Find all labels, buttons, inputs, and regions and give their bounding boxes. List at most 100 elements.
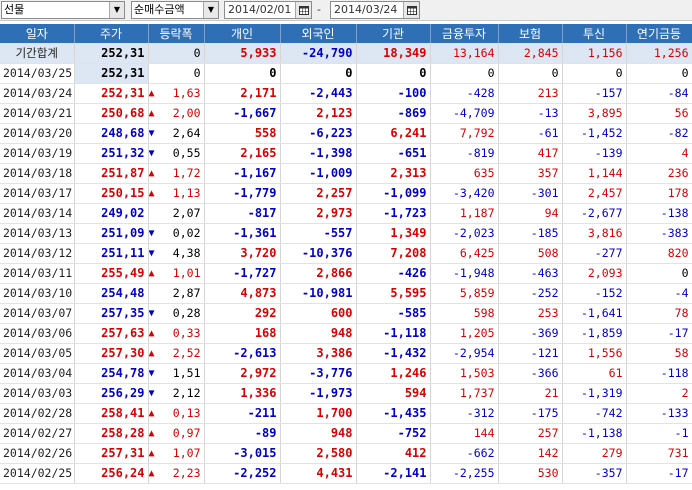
institution-cell: -100 [356, 83, 431, 104]
price-cell: 251,32 [74, 143, 149, 164]
date-cell: 2014/03/13 [0, 223, 75, 244]
insurance-cell: -185 [498, 223, 563, 244]
col-header-foreign[interactable]: 외국인 [280, 24, 357, 43]
date-cell: 2014/03/11 [0, 263, 75, 284]
table-row[interactable]: 2014/03/05 257,30 ▲ 2,52 -2,613 3,386 -1,432 -2… [0, 343, 692, 364]
table-row[interactable]: 2014/03/06 257,63 ▲ 0,33 168 948 -1,118 1,205 -3… [0, 323, 692, 344]
date-cell: 기간합계 [0, 43, 75, 64]
change-cell: ▲ 1,07 [148, 443, 205, 464]
table-row[interactable]: 2014/03/19 251,32 ▼ 0,55 2,165 -1,398 -651 -819… [0, 143, 692, 164]
individual-cell: 5,933 [204, 43, 281, 64]
change-value: 0 [193, 66, 201, 80]
date-from-field[interactable]: 2014/02/01 [224, 1, 312, 19]
financial-investment-cell: 1,187 [430, 203, 499, 224]
individual-cell: 292 [204, 303, 281, 324]
change-value: 2,64 [172, 126, 201, 140]
table-row[interactable]: 2014/02/28 258,41 ▲ 0,13 -211 1,700 -1,435 -312… [0, 403, 692, 424]
col-header-institution[interactable]: 기관 [356, 24, 431, 43]
table-row[interactable]: 2014/03/10 254,48 2,87 4,873 -10,981 5,595 5,8… [0, 283, 692, 304]
financial-investment-cell: -819 [430, 143, 499, 164]
metric-select[interactable]: 순매수금액 ▼ [131, 1, 219, 19]
foreign-cell: -1,398 [280, 143, 357, 164]
table-row[interactable]: 2014/03/14 249,02 2,07 -817 2,973 -1,723 1,187… [0, 203, 692, 224]
chevron-down-icon[interactable]: ▼ [109, 2, 124, 18]
insurance-cell: -463 [498, 263, 563, 284]
date-cell: 2014/03/20 [0, 123, 75, 144]
institution-cell: 412 [356, 443, 431, 464]
price-cell: 251,11 [74, 243, 149, 264]
change-cell: ▲ 1,63 [148, 83, 205, 104]
table-row[interactable]: 2014/03/24 252,31 ▲ 1,63 2,171 -2,443 -100 -428… [0, 83, 692, 104]
col-header-individual[interactable]: 개인 [204, 24, 281, 43]
table-row[interactable]: 2014/03/13 251,09 ▼ 0,02 -1,361 -557 1,349 -2,0… [0, 223, 692, 244]
insurance-cell: -121 [498, 343, 563, 364]
col-header-pension[interactable]: 연기금등 [626, 24, 692, 43]
foreign-cell: 4,431 [280, 463, 357, 484]
change-value: 2,12 [172, 386, 201, 400]
pension-cell: 0 [626, 263, 692, 284]
col-header-financial-investment[interactable]: 금융투자 [430, 24, 499, 43]
col-header-date[interactable]: 일자 [0, 24, 75, 43]
change-value: 0,33 [172, 326, 201, 340]
market-select[interactable]: 선물 ▼ [1, 1, 125, 19]
investment-trust-cell: -277 [562, 243, 627, 264]
table-row[interactable]: 2014/03/12 251,11 ▼ 4,38 3,720 -10,376 7,208 6,… [0, 243, 692, 264]
financial-investment-cell: -2,023 [430, 223, 499, 244]
insurance-cell: 94 [498, 203, 563, 224]
pension-cell: 78 [626, 303, 692, 324]
institution-cell: -2,141 [356, 463, 431, 484]
table-row[interactable]: 2014/03/07 257,35 ▼ 0,28 292 600 -585 598 253 -1,… [0, 303, 692, 324]
date-cell: 2014/03/25 [0, 63, 75, 84]
col-header-investment-trust[interactable]: 투신 [562, 24, 627, 43]
change-value: 4,38 [172, 246, 201, 260]
date-cell: 2014/03/07 [0, 303, 75, 324]
institution-cell: 1,246 [356, 363, 431, 384]
investment-trust-cell: -742 [562, 403, 627, 424]
table-row[interactable]: 2014/03/03 256,29 ▼ 2,12 1,336 -1,973 594 1,737… [0, 383, 692, 404]
financial-investment-cell: 635 [430, 163, 499, 184]
col-header-price[interactable]: 주가 [74, 24, 149, 43]
price-cell: 250,15 [74, 183, 149, 204]
date-cell: 2014/03/03 [0, 383, 75, 404]
table-row[interactable]: 2014/03/04 254,78 ▼ 1,51 2,972 -3,776 1,246 1,5… [0, 363, 692, 384]
change-cell: 2,87 [148, 283, 205, 304]
down-triangle-icon: ▼ [148, 387, 155, 399]
table-row[interactable]: 2014/03/25 252,31 0 0 0 0 0 0 0 0 [0, 63, 692, 84]
period-total-row[interactable]: 기간합계 252,31 0 5,933 -24,790 18,349 13,164 2,845… [0, 43, 692, 64]
date-to-field[interactable]: 2014/03/24 [330, 1, 420, 19]
calendar-icon[interactable] [295, 2, 311, 18]
foreign-cell: 948 [280, 423, 357, 444]
price-cell: 252,31 [74, 83, 149, 104]
institution-cell: -1,118 [356, 323, 431, 344]
institution-cell: 1,349 [356, 223, 431, 244]
investment-trust-cell: 1,144 [562, 163, 627, 184]
institution-cell: 2,313 [356, 163, 431, 184]
chevron-down-icon[interactable]: ▼ [203, 2, 218, 18]
col-header-change[interactable]: 등락폭 [148, 24, 205, 43]
foreign-cell: 600 [280, 303, 357, 324]
pension-cell: -17 [626, 463, 692, 484]
calendar-icon[interactable] [403, 2, 419, 18]
investment-trust-cell: -1,319 [562, 383, 627, 404]
table-row[interactable]: 2014/03/20 248,68 ▼ 2,64 558 -6,223 6,241 7,792… [0, 123, 692, 144]
table-row[interactable]: 2014/02/27 258,28 ▲ 0,97 -89 948 -752 144 257 -1,… [0, 423, 692, 444]
investment-trust-cell: 61 [562, 363, 627, 384]
institution-cell: -869 [356, 103, 431, 124]
table-row[interactable]: 2014/02/25 256,24 ▲ 2,23 -2,252 4,431 -2,141 -2… [0, 463, 692, 484]
table-row[interactable]: 2014/03/21 250,68 ▲ 2,00 -1,667 2,123 -869 -4,7… [0, 103, 692, 124]
change-value: 0,55 [172, 146, 201, 160]
insurance-cell: 508 [498, 243, 563, 264]
col-header-insurance[interactable]: 보험 [498, 24, 563, 43]
investor-trading-table: 일자 주가 등락폭 개인 외국인 기관 금융투자 보험 투신 연기금등 기간합계… [0, 24, 692, 484]
individual-cell: 168 [204, 323, 281, 344]
table-row[interactable]: 2014/03/11 255,49 ▲ 1,01 -1,727 2,866 -426 -1,9… [0, 263, 692, 284]
investment-trust-cell: 1,156 [562, 43, 627, 64]
table-row[interactable]: 2014/03/18 251,87 ▲ 1,72 -1,167 -1,009 2,313 63… [0, 163, 692, 184]
table-row[interactable]: 2014/02/26 257,31 ▲ 1,07 -3,015 2,580 412 -662 1… [0, 443, 692, 464]
individual-cell: -1,361 [204, 223, 281, 244]
table-row[interactable]: 2014/03/17 250,15 ▲ 1,13 -1,779 2,257 -1,099 -3… [0, 183, 692, 204]
date-cell: 2014/03/19 [0, 143, 75, 164]
foreign-cell: -24,790 [280, 43, 357, 64]
pension-cell: -84 [626, 83, 692, 104]
financial-investment-cell: -312 [430, 403, 499, 424]
